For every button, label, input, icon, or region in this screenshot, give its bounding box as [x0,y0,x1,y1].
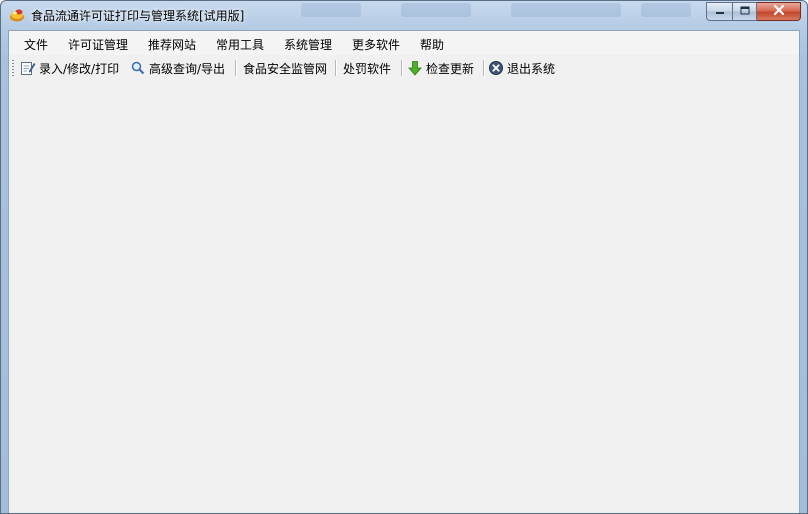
menu-recommended-sites[interactable]: 推荐网站 [148,36,196,53]
background-blur [401,3,471,17]
check-update-label: 检查更新 [426,61,475,76]
title-bar[interactable]: 食品流通许可证打印与管理系统[试用版] [1,1,807,29]
menu-file[interactable]: 文件 [24,36,48,53]
entry-print-label: 录入/修改/打印 [39,61,120,76]
entry-print-button[interactable]: 录入/修改/打印 [20,59,119,77]
penalty-software-button[interactable]: 处罚软件 [343,59,391,77]
close-icon [773,4,785,19]
circle-x-icon [488,60,504,76]
close-button[interactable] [757,2,801,21]
app-icon[interactable] [9,7,25,23]
food-safety-site-button[interactable]: 食品安全监管网 [243,59,327,77]
advanced-query-label: 高级查询/导出 [149,61,226,76]
edit-document-icon [20,60,36,76]
toolbar-grip[interactable] [12,60,14,76]
menu-common-tools[interactable]: 常用工具 [216,36,264,53]
menu-license-management[interactable]: 许可证管理 [68,36,128,53]
app-window: 食品流通许可证打印与管理系统[试用版] 文件 许可证管理 推荐网站 常用工具 系… [0,0,808,514]
menu-system-management[interactable]: 系统管理 [284,36,332,53]
food-safety-site-label: 食品安全监管网 [243,61,328,76]
exit-system-button[interactable]: 退出系统 [488,59,555,77]
check-update-button[interactable]: 检查更新 [407,59,474,77]
background-blur [511,3,621,17]
magnifier-icon [130,60,146,76]
maximize-button[interactable] [732,2,757,21]
minimize-icon [715,5,725,19]
window-title: 食品流通许可证打印与管理系统[试用版] [31,9,245,23]
toolbar-separator [483,60,485,76]
toolbar-separator [401,60,403,76]
penalty-software-label: 处罚软件 [343,61,392,76]
menu-help[interactable]: 帮助 [420,36,444,53]
green-down-arrow-icon [407,60,423,76]
minimize-button[interactable] [706,2,732,21]
toolbar: 录入/修改/打印 高级查询/导出 食品安全监管网 处罚软件 检查更新 退出系统 [9,55,799,81]
toolbar-separator [335,60,337,76]
menu-bar: 文件 许可证管理 推荐网站 常用工具 系统管理 更多软件 帮助 [9,31,799,55]
advanced-query-button[interactable]: 高级查询/导出 [130,59,225,77]
background-blur [641,3,691,17]
toolbar-separator [235,60,237,76]
background-blur [301,3,361,17]
maximize-icon [740,5,750,19]
menu-more-software[interactable]: 更多软件 [352,36,400,53]
exit-system-label: 退出系统 [507,61,556,76]
client-area: 文件 许可证管理 推荐网站 常用工具 系统管理 更多软件 帮助 录入/修改/打印… [8,30,800,513]
